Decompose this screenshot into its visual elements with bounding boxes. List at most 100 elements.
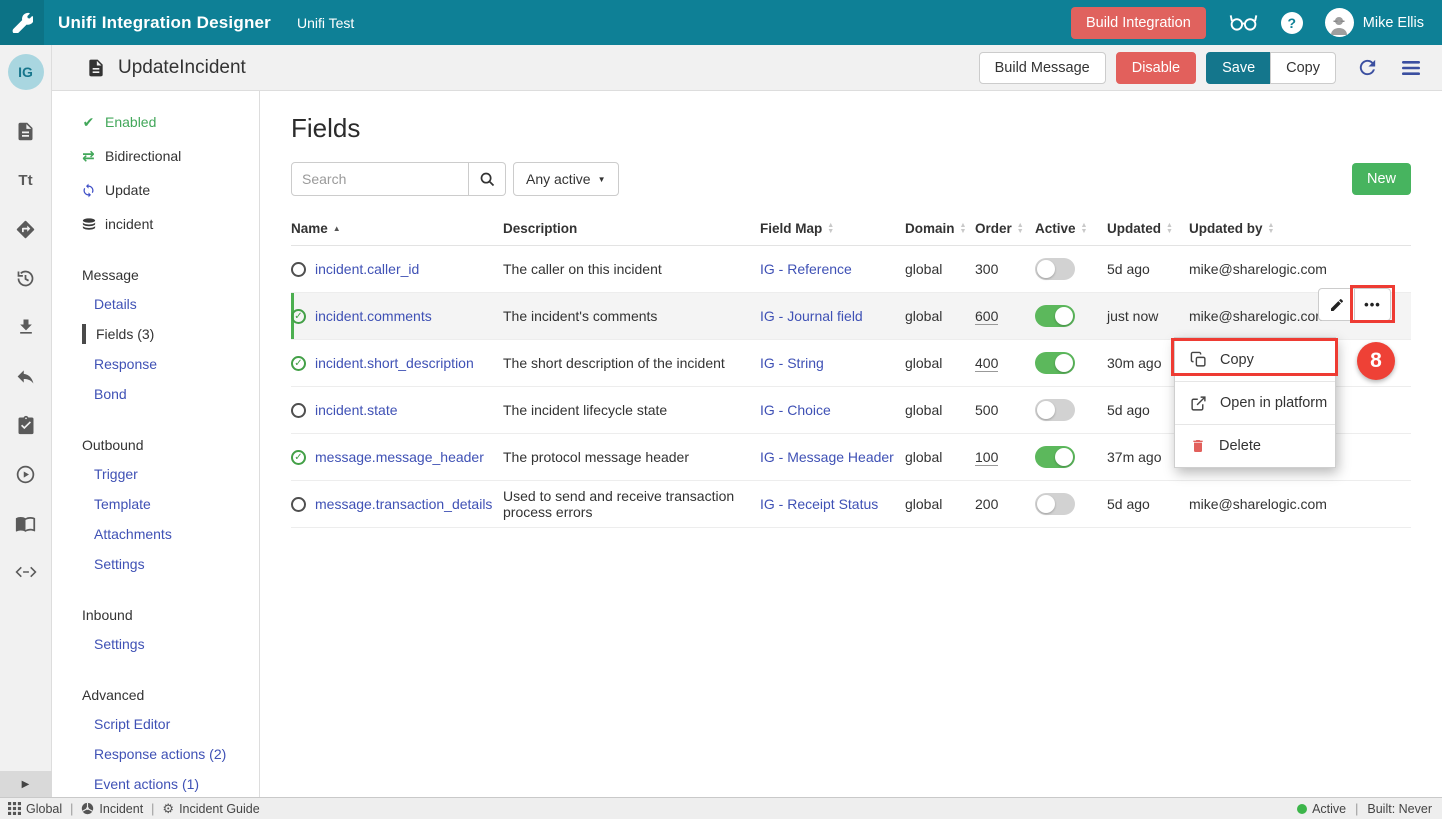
- integration-avatar[interactable]: IG: [8, 54, 44, 90]
- column-order[interactable]: Order▲▼: [975, 212, 1035, 245]
- active-toggle[interactable]: [1035, 446, 1075, 468]
- nav-item-event-actions[interactable]: Event actions (1): [52, 769, 259, 797]
- order-value[interactable]: 200: [975, 496, 998, 512]
- active-toggle[interactable]: [1035, 258, 1075, 280]
- field-map-link[interactable]: IG - Receipt Status: [760, 496, 878, 512]
- gear-icon: ⚙: [162, 801, 174, 817]
- nav-item-inbound-settings[interactable]: Settings: [52, 629, 259, 659]
- column-name[interactable]: Name▲: [291, 212, 503, 245]
- field-name-link[interactable]: incident.state: [315, 402, 398, 418]
- active-filter-dropdown[interactable]: Any active ▼: [513, 162, 619, 196]
- new-field-button[interactable]: New: [1352, 163, 1411, 195]
- nav-item-attachments[interactable]: Attachments: [52, 519, 259, 549]
- book-icon[interactable]: [15, 512, 37, 534]
- field-domain: global: [905, 490, 975, 518]
- search-button[interactable]: [469, 162, 506, 196]
- clipboard-check-icon[interactable]: [15, 414, 37, 436]
- user-name: Mike Ellis: [1363, 15, 1424, 31]
- column-updated[interactable]: Updated▲▼: [1107, 212, 1189, 245]
- table-row[interactable]: message.transaction_detailsUsed to send …: [291, 481, 1411, 528]
- field-name-link[interactable]: incident.caller_id: [315, 261, 419, 277]
- domain-scope-selector[interactable]: Global: [8, 802, 62, 816]
- column-updated-by[interactable]: Updated by▲▼: [1189, 212, 1339, 245]
- build-message-button[interactable]: Build Message: [979, 52, 1106, 84]
- copy-button[interactable]: Copy: [1270, 52, 1336, 84]
- active-toggle[interactable]: [1035, 493, 1075, 515]
- nav-item-bidirectional[interactable]: ⇄ Bidirectional: [52, 141, 259, 171]
- incident-table-link[interactable]: Incident: [81, 802, 143, 816]
- order-value[interactable]: 100: [975, 449, 998, 466]
- edit-row-button[interactable]: [1318, 288, 1355, 321]
- history-icon[interactable]: [15, 267, 37, 289]
- field-map-link[interactable]: IG - Choice: [760, 402, 831, 418]
- field-map-link[interactable]: IG - Message Header: [760, 449, 894, 465]
- field-updated: 5d ago: [1107, 255, 1189, 283]
- save-button[interactable]: Save: [1206, 52, 1271, 84]
- text-fields-icon[interactable]: Tt: [15, 169, 37, 191]
- nav-item-template[interactable]: Template: [52, 489, 259, 519]
- refresh-icon[interactable]: [1354, 55, 1380, 81]
- column-domain[interactable]: Domain▲▼: [905, 212, 975, 245]
- search-input[interactable]: [291, 162, 469, 196]
- nav-item-trigger[interactable]: Trigger: [52, 459, 259, 489]
- column-description[interactable]: Description: [503, 212, 760, 245]
- help-icon[interactable]: ?: [1281, 12, 1303, 34]
- field-updated-by: mike@sharelogic.com: [1189, 490, 1339, 518]
- nav-item-script-editor[interactable]: Script Editor: [52, 709, 259, 739]
- field-name-link[interactable]: message.transaction_details: [315, 496, 492, 512]
- field-description: The short description of the incident: [503, 349, 760, 377]
- field-domain: global: [905, 443, 975, 471]
- field-map-link[interactable]: IG - Journal field: [760, 308, 863, 324]
- active-toggle[interactable]: [1035, 399, 1075, 421]
- active-toggle[interactable]: [1035, 305, 1075, 327]
- wrench-icon: [12, 12, 33, 33]
- nav-item-response[interactable]: Response: [52, 349, 259, 379]
- reply-icon[interactable]: [15, 365, 37, 387]
- nav-section-outbound: Outbound: [52, 431, 259, 459]
- row-more-actions-button[interactable]: •••: [1354, 288, 1391, 321]
- menu-item-delete[interactable]: Delete: [1175, 424, 1335, 467]
- active-toggle[interactable]: [1035, 352, 1075, 374]
- order-value[interactable]: 400: [975, 355, 998, 372]
- page-title: UpdateIncident: [118, 57, 246, 79]
- field-map-link[interactable]: IG - Reference: [760, 261, 852, 277]
- table-row[interactable]: incident.commentsThe incident's comments…: [291, 293, 1411, 340]
- code-icon[interactable]: [15, 561, 37, 583]
- nav-item-outbound-settings[interactable]: Settings: [52, 549, 259, 579]
- column-field-map[interactable]: Field Map▲▼: [760, 212, 905, 245]
- column-active[interactable]: Active▲▼: [1035, 212, 1107, 245]
- sidebar-collapse-button[interactable]: ▶: [0, 771, 52, 797]
- preview-glasses-icon[interactable]: [1228, 13, 1259, 32]
- order-value[interactable]: 300: [975, 261, 998, 277]
- nav-item-fields[interactable]: Fields (3): [52, 319, 259, 349]
- download-icon[interactable]: [15, 316, 37, 338]
- nav-item-update[interactable]: Update: [52, 175, 259, 205]
- field-name-link[interactable]: message.message_header: [315, 449, 484, 465]
- field-name-link[interactable]: incident.short_description: [315, 355, 474, 371]
- nav-item-bond[interactable]: Bond: [52, 379, 259, 409]
- nav-item-incident-table[interactable]: incident: [52, 209, 259, 239]
- directions-icon[interactable]: [15, 218, 37, 240]
- nav-item-details[interactable]: Details: [52, 289, 259, 319]
- workspace-name[interactable]: Unifi Test: [297, 15, 354, 31]
- row-status-icon: [291, 450, 306, 465]
- document-icon[interactable]: [15, 120, 37, 142]
- menu-item-copy[interactable]: Copy: [1175, 338, 1335, 381]
- nav-item-response-actions[interactable]: Response actions (2): [52, 739, 259, 769]
- table-row[interactable]: incident.caller_idThe caller on this inc…: [291, 246, 1411, 293]
- incident-guide-link[interactable]: ⚙ Incident Guide: [162, 801, 259, 817]
- icon-rail: IG Tt ▶: [0, 45, 52, 797]
- menu-hamburger-icon[interactable]: [1398, 55, 1424, 81]
- field-map-link[interactable]: IG - String: [760, 355, 824, 371]
- user-menu[interactable]: Mike Ellis: [1325, 8, 1424, 37]
- disable-button[interactable]: Disable: [1116, 52, 1196, 84]
- nav-item-enabled[interactable]: ✔ Enabled: [52, 107, 259, 137]
- order-value[interactable]: 600: [975, 308, 998, 325]
- order-value[interactable]: 500: [975, 402, 998, 418]
- app-logo[interactable]: [0, 0, 44, 45]
- play-circle-icon[interactable]: [15, 463, 37, 485]
- build-integration-button[interactable]: Build Integration: [1071, 7, 1206, 39]
- user-avatar-icon: [1325, 8, 1354, 37]
- menu-item-open-in-platform[interactable]: Open in platform: [1175, 381, 1335, 424]
- field-name-link[interactable]: incident.comments: [315, 308, 432, 324]
